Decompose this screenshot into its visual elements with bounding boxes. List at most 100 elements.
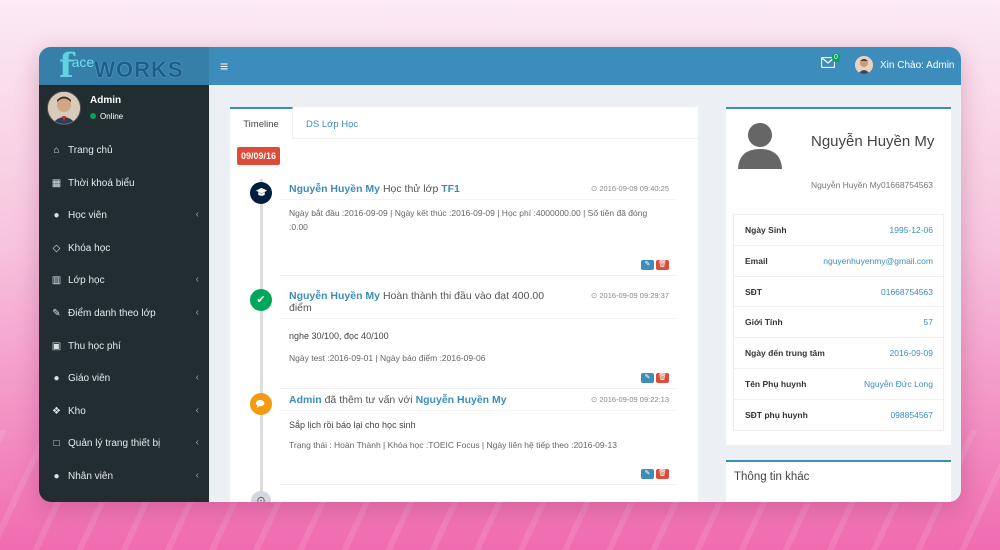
timeline-item-header: Nguyễn Huyền My Hoàn thành thi đầu vào đ… (279, 286, 677, 319)
edit-button[interactable]: ✎ (641, 260, 654, 270)
hamburger-icon[interactable]: ≡ (220, 58, 228, 74)
tab-ds-lop-hoc[interactable]: DS Lớp Học (306, 109, 358, 140)
sidebar-item-6[interactable]: ▣ Thu học phí (39, 331, 209, 364)
avatar-face-icon (48, 92, 80, 124)
sidebar-item-label: Thời khoá biểu (68, 177, 135, 189)
chevron-left-icon: ‹ (195, 306, 199, 318)
chevron-left-icon: ‹ (195, 209, 199, 221)
profile-row: Tên Phụ huynh Nguyễn Đức Long (734, 369, 943, 400)
sidebar-item-0[interactable]: ⌂ Trang chủ (39, 135, 209, 168)
profile-row: Ngày Sinh 1995-12-06 (734, 215, 943, 246)
avatar-face-icon (855, 56, 873, 74)
profile-row: Giới Tính 57 (734, 307, 943, 339)
profile-row-label: Ngày đến trung tâm (745, 348, 825, 359)
delete-button[interactable]: 🗑 (656, 260, 669, 270)
online-dot-icon (90, 112, 96, 119)
sidebar-item-7[interactable]: ● Giáo viên ‹ (39, 363, 209, 396)
users-icon: ● (53, 470, 60, 482)
money-icon: ▣ (51, 340, 62, 352)
profile-row-value[interactable]: 098854567 (890, 410, 933, 420)
user-avatar[interactable] (855, 56, 873, 74)
diamond-icon: ◇ (52, 242, 61, 254)
tab-divider (292, 138, 698, 139)
calendar-icon: ▦ (51, 177, 62, 189)
top-navbar: faceWORKS ≡ 0 Xin Chào: Admin (39, 47, 961, 85)
sidebar-item-8[interactable]: ❖ Kho ‹ (39, 396, 209, 429)
chevron-left-icon: ‹ (195, 372, 199, 384)
timestamp: ⊙ 2016-09-09 09:29:37 (590, 291, 669, 300)
profile-row-value[interactable]: 1995-12-06 (890, 225, 933, 235)
timeline-item-header: Admin đã thêm tư vấn với Nguyễn Huyền My… (279, 390, 677, 411)
profile-row-value[interactable]: 57 (924, 317, 933, 327)
profile-row: SĐT 01668754563 (734, 277, 943, 308)
student-link[interactable]: Nguyễn Huyền My (416, 394, 507, 406)
profile-subtitle: Nguyễn Huyền My01668754563 (811, 180, 933, 190)
sidebar-item-label: Trang chủ (68, 145, 113, 156)
item-actions: ✎ 🗑 (639, 462, 669, 480)
sidebar-item-label: Nhân viên (68, 470, 114, 482)
sidebar-item-4[interactable]: ▥ Lớp học ‹ (39, 265, 209, 298)
greeting-text[interactable]: Xin Chào: Admin (880, 60, 955, 71)
home-icon: ⌂ (53, 145, 60, 156)
comments-glyph (255, 400, 265, 408)
sidebar-item-label: Lớp học (68, 275, 105, 287)
profile-row-value[interactable]: 2016-09-09 (890, 348, 933, 358)
edit-button[interactable]: ✎ (641, 469, 654, 479)
sidebar-item-2[interactable]: ● Học viên ‹ (39, 200, 209, 233)
tab-timeline[interactable]: Timeline (230, 107, 293, 140)
cubes-icon: ❖ (52, 405, 61, 417)
app-window: faceWORKS ≡ 0 Xin Chào: Admin Admin Onli… (39, 47, 961, 502)
profile-row-label: SĐT phụ huynh (745, 409, 808, 420)
sidebar-item-label: Giáo viên (68, 373, 111, 385)
profile-row-label: SĐT (745, 286, 762, 297)
chevron-left-icon: ‹ (195, 437, 199, 449)
profile-row-label: Ngày Sinh (745, 225, 787, 235)
sidebar-item-label: Kho (68, 405, 86, 417)
other-info-box: Thông tin khác (726, 460, 951, 502)
timestamp: ⊙ 2016-09-09 09:22:13 (590, 395, 669, 404)
sidebar-item-9[interactable]: □ Quản lý trang thiết bị ‹ (39, 428, 209, 461)
timeline-action: Học thử lớp (382, 183, 439, 195)
user-icon: ● (53, 373, 60, 385)
sidebar-user-name: Admin (90, 95, 122, 106)
admin-link[interactable]: Admin (289, 394, 322, 406)
sidebar-item-3[interactable]: ◇ Khóa học (39, 233, 209, 266)
logo-box[interactable]: faceWORKS (39, 47, 209, 85)
check-icon: ✔ (250, 289, 272, 311)
student-link[interactable]: Nguyễn Huyền My (289, 290, 380, 302)
sidebar-item-10[interactable]: ● Nhân viên ‹ (39, 461, 209, 494)
timeline-item-header: Nguyễn Huyền My Học thử lớp TF1 ⊙ 2016-0… (279, 179, 677, 200)
other-info-title: Thông tin khác (734, 471, 810, 483)
item-actions: ✎ 🗑 (639, 253, 669, 271)
user-silhouette-icon (738, 123, 782, 169)
timeline-item: Admin đã thêm tư vấn với Nguyễn Huyền My… (279, 390, 677, 485)
sidebar: Admin Online ⌂ Trang chủ ▦ Thời khoá biểu ● H… (39, 85, 209, 502)
timeline-action: đã thêm tư vấn với (324, 394, 413, 406)
profile-details-table: Ngày Sinh 1995-12-06 Email nguyenhuyenmy@gm… (733, 214, 944, 431)
sidebar-item-1[interactable]: ▦ Thời khoá biểu (39, 168, 209, 201)
sidebar-item-5[interactable]: ✎ Điểm danh theo lớp ‹ (39, 298, 209, 331)
chevron-left-icon: ‹ (195, 404, 199, 416)
profile-row-value[interactable]: 01668754563 (881, 287, 933, 297)
timeline-item-body: Ngày bắt đầu :2016-09-09 | Ngày kết thúc… (289, 208, 648, 232)
profile-box: Nguyễn Huyền My Nguyễn Huyền My016687545… (726, 107, 951, 445)
timeline-tab-box: Timeline DS Lớp Học 09/09/16 Nguyễn Huyề… (230, 107, 698, 502)
comments-icon (250, 393, 272, 415)
chevron-left-icon: ‹ (195, 274, 199, 286)
delete-button[interactable]: 🗑 (656, 373, 669, 383)
profile-row-value[interactable]: Nguyễn Đức Long (864, 379, 933, 389)
online-status: Online (90, 112, 123, 121)
timeline-item-detail: Ngày test :2016-09-01 | Ngày báo điểm :2… (289, 353, 486, 363)
timeline-item-body: nghe 30/100, đọc 40/100 (289, 331, 389, 341)
clock-icon: ⊙ (251, 491, 271, 502)
profile-row-value[interactable]: nguyenhuyenmy@gmail.com (823, 256, 933, 266)
item-actions: ✎ 🗑 (639, 366, 669, 384)
edit-button[interactable]: ✎ (641, 373, 654, 383)
sidebar-avatar (47, 91, 81, 125)
delete-button[interactable]: 🗑 (656, 469, 669, 479)
profile-row-label: Tên Phụ huynh (745, 378, 807, 389)
sidebar-item-label: Thu học phí (68, 340, 121, 352)
timeline-item: Nguyễn Huyền My Hoàn thành thi đầu vào đ… (279, 286, 677, 389)
student-link[interactable]: Nguyễn Huyền My (289, 183, 380, 195)
class-link[interactable]: TF1 (441, 183, 460, 195)
